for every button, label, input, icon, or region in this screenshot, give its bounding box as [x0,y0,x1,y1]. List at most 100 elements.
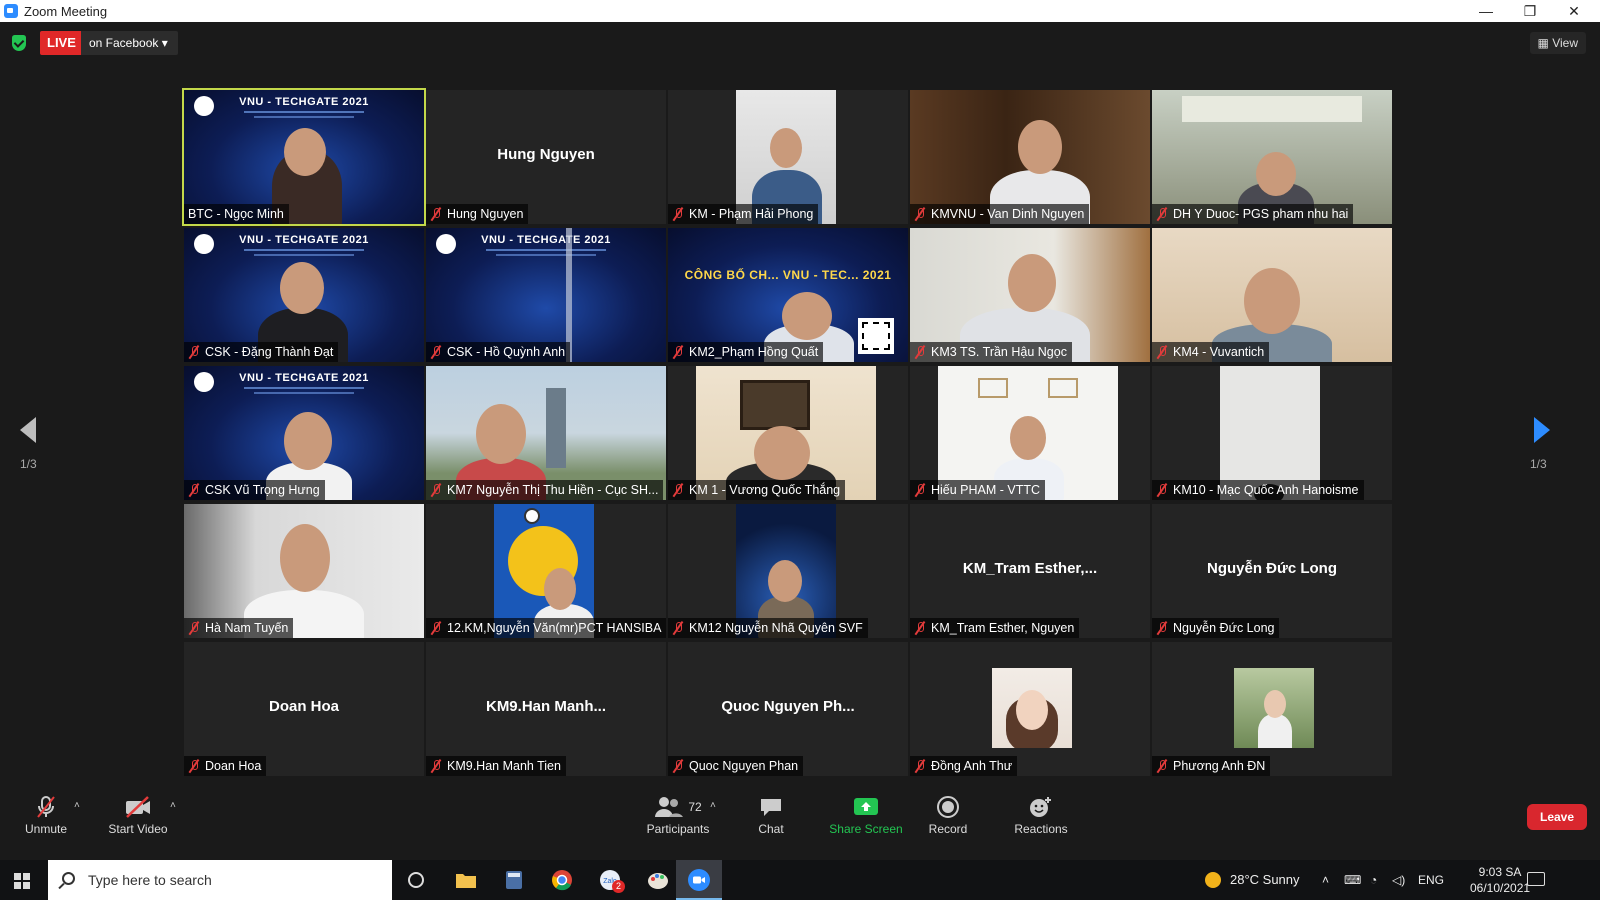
slide-title: VNU - TECHGATE 2021 [481,234,611,246]
muted-mic-icon [672,759,684,773]
previous-page-arrow-icon[interactable] [20,417,36,443]
next-page-arrow-icon[interactable] [1534,417,1550,443]
participant-name-label: KM12 Nguyễn Nhã Quyên SVF [668,618,868,638]
slide-title: VNU - TECHGATE 2021 [239,96,369,108]
minimize-button[interactable]: — [1464,0,1508,22]
weather-text[interactable]: 28°C Sunny [1230,860,1300,900]
muted-mic-icon [1156,207,1168,221]
start-video-button[interactable]: Start Video [100,794,176,836]
participant-name-label: Quoc Nguyen Phan [668,756,804,776]
slide-title: VNU - TECHGATE 2021 [239,234,369,246]
muted-mic-icon [188,483,200,497]
participant-name-label: Đồng Anh Thư [910,756,1018,776]
reactions-button[interactable]: Reactions [1006,794,1076,836]
video-tile[interactable]: Quoc Nguyen Ph... Quoc Nguyen Phan [668,642,908,776]
participant-big-name: KM_Tram Esther,... [962,560,1098,577]
video-tile[interactable]: KM9.Han Manh... KM9.Han Manh Tien [426,642,666,776]
video-tile[interactable]: 12.KM,Nguyễn Văn(mr)PCT HANSIBA [426,504,666,638]
video-tile[interactable]: KM_Tram Esther,... KM_Tram Esther, Nguye… [910,504,1150,638]
video-tile[interactable]: Nguyễn Đức Long Nguyễn Đức Long [1152,504,1392,638]
task-view-icon[interactable] [404,868,428,892]
muted-mic-icon [1156,621,1168,635]
input-method-icon[interactable]: ⌨ [1344,860,1361,900]
video-tile[interactable]: VNU - TECHGATE 2021 CSK Vũ Trọng Hưng [184,366,424,500]
participant-name-label: KM2_Phạm Hồng Quất [668,342,824,362]
chat-bubble-icon [746,794,796,820]
taskbar-search-box[interactable]: Type here to search [48,860,392,900]
muted-mic-icon [430,759,442,773]
video-tile[interactable]: VNU - TECHGATE 2021 BTC - Ngọc Minh [182,88,426,226]
windows-start-icon[interactable] [14,873,30,889]
volume-icon[interactable]: ◁) [1392,860,1405,900]
zalo-icon[interactable]: Zalo 2 [598,868,625,893]
video-tile[interactable]: KM3 TS. Trần Hậu Ngọc [910,228,1150,362]
notifications-icon[interactable] [1527,872,1545,886]
page-indicator-right: 1/3 [1530,457,1547,471]
encryption-shield-icon[interactable] [12,35,26,51]
video-tile[interactable]: KM10 - Mạc Quốc Anh Hanoisme [1152,366,1392,500]
audio-options-caret-icon[interactable]: ˄ [74,800,80,811]
video-tile[interactable]: CÔNG BỐ CH... VNU - TEC... 2021 KM2_Phạm… [668,228,908,362]
participants-icon: 72 [636,794,720,820]
muted-mic-icon [1156,483,1168,497]
video-off-icon [100,794,176,820]
restore-button[interactable]: ❐ [1508,0,1552,22]
muted-mic-icon [430,207,442,221]
video-tile[interactable]: Hiếu PHAM - VTTC [910,366,1150,500]
video-tile[interactable]: KM4 - Vuvantich [1152,228,1392,362]
record-button[interactable]: Record [918,794,978,836]
leave-button[interactable]: Leave [1527,804,1587,830]
gallery-view: 1/3 1/3 VNU - TECHGATE 2021 BTC - Ngọc M… [0,64,1600,800]
participant-name-label: Hiếu PHAM - VTTC [910,480,1046,500]
participants-button[interactable]: 72 Participants [636,794,720,836]
video-tile[interactable]: KM7 Nguyễn Thị Thu Hiền - Cục SH... [426,366,666,500]
video-tile[interactable]: Phương Anh ĐN [1152,642,1392,776]
video-options-caret-icon[interactable]: ˄ [170,800,176,811]
view-button[interactable]: ▦ View [1529,32,1586,54]
video-tile[interactable]: KM - Phạm Hải Phong [668,90,908,224]
calculator-icon[interactable] [502,868,526,892]
show-hidden-icons-chevron-icon[interactable]: ˄ [1322,860,1329,900]
participant-name-label: KM3 TS. Trần Hậu Ngọc [910,342,1072,362]
slide-title: CÔNG BỐ CH... VNU - TEC... 2021 [684,268,892,282]
unmute-button[interactable]: Unmute [16,794,76,836]
language-indicator[interactable]: ENG [1418,860,1444,900]
video-tile[interactable]: Hung Nguyen Hung Nguyen [426,90,666,224]
video-tile[interactable]: KM 1 - Vương Quốc Thắng [668,366,908,500]
video-tile[interactable]: KMVNU - Van Dinh Nguyen [910,90,1150,224]
participant-name-label: DH Y Duoc- PGS pham nhu hai [1152,204,1354,224]
chat-button[interactable]: Chat [746,794,796,836]
participant-name-label: CSK - Đặng Thành Đạt [184,342,339,362]
share-screen-button[interactable]: Share Screen [824,794,908,836]
taskbar-clock[interactable]: 9:03 SA 06/10/2021 [1470,864,1530,896]
live-destination-dropdown[interactable]: on Facebook ▾ [81,31,178,55]
weather-sun-icon[interactable] [1205,872,1221,888]
paint-icon[interactable] [646,868,670,892]
zoom-app-icon [4,4,18,18]
wifi-icon[interactable]: ◔ [1370,860,1377,900]
close-button[interactable]: ✕ [1552,0,1596,22]
participant-name-label: BTC - Ngọc Minh [184,204,289,224]
muted-mic-icon [914,345,926,359]
live-badge[interactable]: LIVE [40,31,83,55]
zoom-taskbar-button[interactable] [676,860,722,900]
file-explorer-icon[interactable] [454,868,478,892]
search-icon [62,872,75,885]
chrome-icon[interactable] [550,868,574,892]
windows-taskbar: Type here to search Zalo 2 28°C Sunny ˄ … [0,860,1600,900]
participant-name-label: KM7 Nguyễn Thị Thu Hiền - Cục SH... [426,480,664,500]
record-icon [918,794,978,820]
notification-badge: 2 [612,880,625,893]
video-tile[interactable]: Hà Nam Tuyến [184,504,424,638]
participant-name-label: CSK Vũ Trọng Hưng [184,480,325,500]
video-tile[interactable]: VNU - TECHGATE 2021 CSK - Hồ Quỳnh Anh [426,228,666,362]
video-tile[interactable]: Đồng Anh Thư [910,642,1150,776]
slide-title: VNU - TECHGATE 2021 [239,372,369,384]
video-tile[interactable]: KM12 Nguyễn Nhã Quyên SVF [668,504,908,638]
participants-options-caret-icon[interactable]: ˄ [710,800,716,811]
video-tile[interactable]: DH Y Duoc- PGS pham nhu hai [1152,90,1392,224]
video-tile[interactable]: Doan Hoa Doan Hoa [184,642,424,776]
participant-name-label: KM9.Han Manh Tien [426,756,566,776]
video-tile[interactable]: VNU - TECHGATE 2021 CSK - Đặng Thành Đạt [184,228,424,362]
muted-mic-icon [672,483,684,497]
